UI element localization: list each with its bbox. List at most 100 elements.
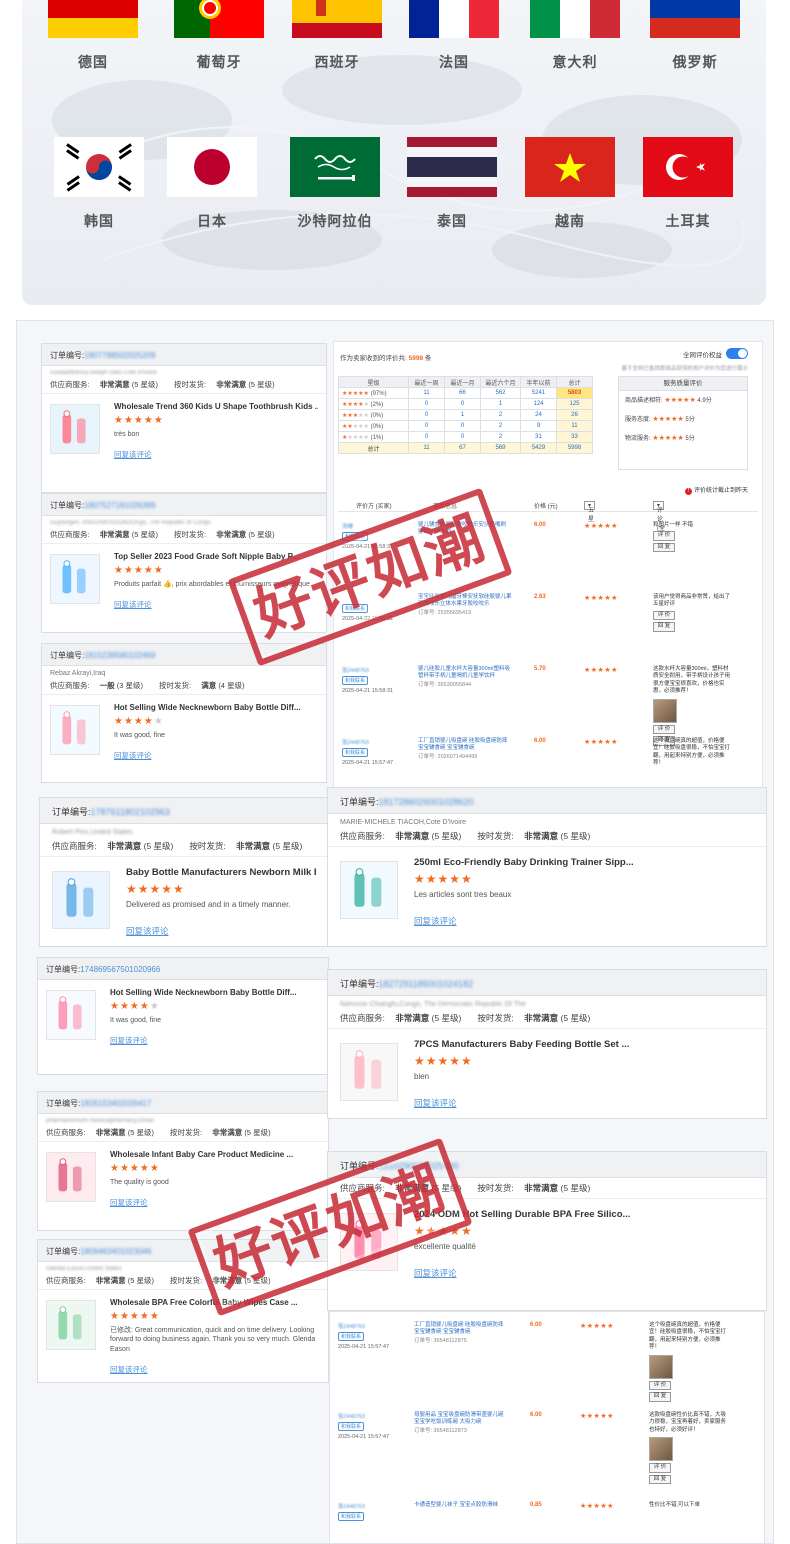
product-link[interactable]: 工厂直销婴儿吸盘碗 硅胶吸盘碗防摔宝宝辅食碗 宝宝辅食碗 订单号: 3654811… (414, 1322, 509, 1345)
product-link[interactable]: 母婴用品 宝宝吸盘碗防滑带盖婴儿碗宝宝学吃饭训练碗 大吸力碗 订单号: 36548… (414, 1412, 509, 1435)
cell-older[interactable]: 24 (520, 409, 557, 421)
cell-month[interactable]: 0 (444, 420, 481, 432)
cell-week[interactable]: 0 (408, 409, 445, 421)
reply-link[interactable]: 回复该评论 (110, 1364, 320, 1375)
order-id-link[interactable]: 1817286026001028620 (379, 797, 474, 807)
product-name[interactable]: 婴儿硅胶儿童水杯大容量300ml塑料吸管杯带手柄儿童喝奶儿童学饮杯 (418, 666, 510, 679)
product-name[interactable]: 宝宝硅胶婴儿磨牙棒安抚软硅胶婴儿果蔬咬咬乐立体水果牙胶咬咬乐 (418, 594, 512, 607)
product-thumbnail[interactable] (340, 1213, 398, 1271)
reply-link[interactable]: 回复该评论 (110, 1197, 320, 1208)
cell-month[interactable]: 66 (444, 387, 481, 399)
cell-week[interactable]: 0 (408, 398, 445, 410)
reply-link[interactable]: 回复该评论 (114, 599, 318, 610)
reply-link[interactable]: 回复该评论 (114, 449, 318, 460)
product-link[interactable]: 婴儿硅胶儿童水杯大容量300ml塑料吸管杯带手柄儿童喝奶儿童学饮杯 订单号: 36… (418, 666, 513, 689)
reply-link[interactable]: 回复该评论 (414, 915, 754, 927)
product-title[interactable]: Hot Selling Wide Necknewborn Baby Bottle… (114, 703, 318, 712)
product-link[interactable]: 宝宝硅胶婴儿磨牙棒安抚软硅胶婴儿果蔬咬咬乐立体水果牙胶咬咬乐 订单号: 25355… (418, 594, 513, 617)
product-link[interactable]: 卡通造型婴儿袜子 宝宝点胶防滑袜 (414, 1502, 509, 1511)
cell-six-months[interactable]: 2 (480, 431, 521, 443)
reply-button[interactable]: 回 复 (649, 1474, 671, 1485)
product-link[interactable]: 工厂直销婴儿吸盘碗 硅胶吸盘碗防摔宝宝辅食碗 宝宝辅食碗 订单号: 2026071… (418, 738, 513, 761)
product-title[interactable]: Hot Selling Wide Necknewborn Baby Bottle… (110, 988, 320, 997)
product-thumbnail[interactable] (46, 990, 96, 1040)
cell-week[interactable]: 0 (408, 420, 445, 432)
product-title[interactable]: Wholesale Trend 360 Kids U Shape Toothbr… (114, 402, 318, 411)
cell-total[interactable]: 5803 (556, 387, 593, 399)
reply-button[interactable]: 回 复 (653, 622, 675, 632)
rate-button[interactable]: 评 价 (649, 1380, 671, 1391)
cell-month[interactable]: 0 (444, 398, 481, 410)
contact-me-button[interactable]: 和我联系 (342, 532, 369, 541)
buyer-name[interactable]: 张2448763 (338, 1322, 365, 1330)
product-thumbnail[interactable] (340, 1043, 398, 1101)
cell-week[interactable]: 11 (408, 387, 445, 399)
rate-button[interactable]: 评 价 (653, 724, 675, 735)
cell-month[interactable]: 0 (444, 431, 481, 443)
product-title[interactable]: 7PCS Manufacturers Baby Feeding Bottle S… (414, 1039, 754, 1050)
buyer-name[interactable]: 张2448763 (338, 1412, 365, 1420)
review-photo[interactable] (649, 1437, 673, 1462)
star-filter-select[interactable]: 五星 ▾ (584, 501, 596, 523)
order-id-link[interactable]: 1807798502025209 (84, 351, 155, 360)
reply-link[interactable]: 回复该评论 (110, 1035, 320, 1046)
product-name[interactable]: 卡通造型婴儿袜子 宝宝点胶防滑袜 (414, 1502, 498, 1508)
rate-button[interactable]: 评 价 (649, 1463, 671, 1473)
buyer-name[interactable]: 张2448763 (342, 738, 369, 746)
buyer-name[interactable]: 张2448763 (338, 1502, 365, 1510)
rate-button[interactable]: 评 价 (653, 610, 675, 621)
product-name[interactable]: 工厂直销婴儿吸盘碗 硅胶吸盘碗防摔宝宝辅食碗 宝宝辅食碗 (418, 738, 508, 751)
order-id-link[interactable]: 1827291185001024182 (379, 979, 473, 989)
product-name[interactable]: 婴儿辅食奶瓶硅胶咬咬乐安抚奶嘴刷 婴幼儿护牙刷 (418, 522, 506, 535)
cell-six-months[interactable]: 2 (480, 409, 521, 421)
order-id-link[interactable]: 1807527181026399 (84, 501, 155, 510)
order-id-link[interactable]: 174869567501020966 (80, 965, 160, 974)
cell-month[interactable]: 1 (444, 409, 481, 421)
buyer-name[interactable]: 洗睡 (342, 522, 353, 530)
review-photo[interactable] (649, 1354, 673, 1379)
contact-me-button[interactable]: 和我联系 (342, 604, 369, 613)
review-photo[interactable] (653, 698, 677, 723)
product-title[interactable]: 250ml Eco-Friendly Baby Drinking Trainer… (414, 857, 754, 868)
cell-six-months[interactable]: 1 (480, 398, 521, 410)
product-thumbnail[interactable] (50, 705, 100, 755)
comment-filter-select[interactable]: 评论(全部) ▾ (653, 501, 665, 541)
product-thumbnail[interactable] (46, 1300, 96, 1350)
order-id-link[interactable]: 1787611802102963 (91, 807, 170, 817)
product-title[interactable]: Baby Bottle Manufacturers Newborn Milk B… (126, 867, 316, 878)
order-id-link[interactable]: 1826153402026417 (80, 1099, 151, 1108)
product-thumbnail[interactable] (50, 404, 100, 454)
cell-older[interactable]: 5241 (520, 387, 557, 399)
cell-total[interactable]: 33 (556, 431, 593, 443)
cell-total[interactable]: 125 (556, 398, 593, 410)
buyer-name[interactable]: 张2448763 (342, 666, 369, 674)
product-thumbnail[interactable] (46, 1152, 96, 1202)
reply-link[interactable]: 回复该评论 (414, 1097, 754, 1109)
product-thumbnail[interactable] (50, 554, 100, 604)
reply-link[interactable]: 回复该评论 (414, 1267, 754, 1279)
cell-six-months[interactable]: 2 (480, 420, 521, 432)
product-name[interactable]: 工厂直销婴儿吸盘碗 硅胶吸盘碗防摔宝宝辅食碗 宝宝辅食碗 (414, 1322, 504, 1335)
product-title[interactable]: Wholesale Infant Baby Care Product Medic… (110, 1150, 320, 1159)
cell-total[interactable]: 26 (556, 409, 593, 421)
contact-me-button[interactable]: 和我联系 (342, 748, 369, 757)
cell-older[interactable]: 31 (520, 431, 557, 443)
contact-me-button[interactable]: 和我联系 (338, 1512, 365, 1521)
order-id-link[interactable]: 1815239580102469 (84, 651, 155, 660)
cell-week[interactable]: 0 (408, 431, 445, 443)
product-title[interactable]: Wholesale BPA Free Colorful Baby Wipes C… (110, 1298, 320, 1307)
cell-total[interactable]: 11 (556, 420, 593, 432)
product-title[interactable]: 2024 ODM Hot Selling Durable BPA Free Si… (414, 1209, 754, 1220)
network-review-toggle[interactable] (726, 348, 748, 359)
cell-older[interactable]: 9 (520, 420, 557, 432)
cell-older[interactable]: 124 (520, 398, 557, 410)
contact-me-button[interactable]: 和我联系 (342, 676, 369, 685)
product-thumbnail[interactable] (52, 871, 110, 929)
order-id-link[interactable]: 1806463401023046 (80, 1247, 151, 1256)
product-title[interactable]: Top Seller 2023 Food Grade Soft Nipple B… (114, 552, 318, 561)
cell-six-months[interactable]: 562 (480, 387, 521, 399)
reply-link[interactable]: 回复该评论 (126, 925, 316, 937)
product-link[interactable]: 婴儿辅食奶瓶硅胶咬咬乐安抚奶嘴刷 婴幼儿护牙刷 (418, 522, 513, 538)
reply-link[interactable]: 回复该评论 (114, 750, 318, 761)
rate-button[interactable]: 评 价 (653, 531, 675, 541)
